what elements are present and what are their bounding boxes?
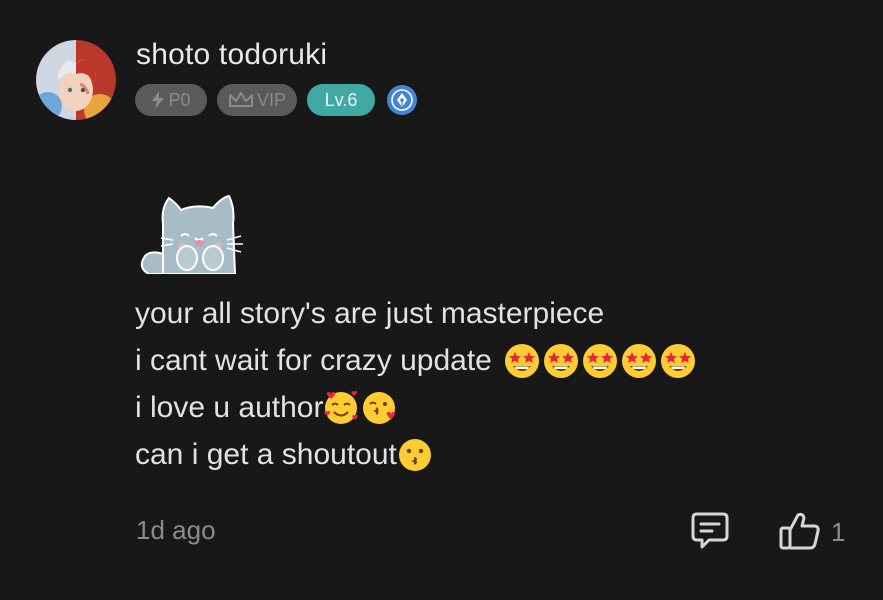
points-label: P0 — [168, 89, 191, 110]
cat-sticker[interactable] — [137, 194, 257, 275]
level-label: Lv.6 — [324, 89, 358, 110]
like-count: 1 — [831, 517, 846, 547]
star-struck-emoji — [505, 343, 540, 378]
user-badges: P0 VIP Lv.6 — [135, 84, 417, 116]
comment-timestamp: 1d ago — [136, 515, 216, 545]
cat-sticker-image — [140, 194, 243, 275]
username[interactable]: shoto todoruki — [136, 38, 327, 72]
comment-line-text: i cant wait for crazy update — [135, 344, 492, 377]
vip-label: VIP — [256, 89, 286, 110]
smiling-face-with-hearts-emoji — [324, 390, 359, 424]
star-struck-emoji — [661, 343, 696, 378]
vip-badge[interactable]: VIP — [217, 84, 297, 116]
comment-line-text: can i get a shoutout — [135, 438, 397, 471]
level-badge[interactable]: Lv.6 — [307, 84, 375, 116]
like-button[interactable] — [778, 509, 822, 553]
star-struck-emoji — [622, 343, 657, 378]
reply-button[interactable] — [689, 509, 731, 551]
comment-line-3: i love u author — [135, 384, 696, 431]
comment-line-2: i cant wait for crazy update — [135, 337, 696, 384]
comment-line-text: i love u author — [135, 391, 324, 424]
writer-badge[interactable] — [387, 85, 417, 115]
pen-nib-icon — [391, 89, 413, 111]
kissing-face-emoji — [398, 438, 431, 471]
star-struck-emoji — [583, 343, 618, 378]
comment-line-4: can i get a shoutout — [135, 431, 696, 478]
comment-card: shoto todoruki P0 VIP Lv.6 your all stor… — [0, 0, 883, 600]
crown-icon — [228, 92, 253, 107]
lightning-icon — [152, 91, 165, 109]
face-blowing-kiss-emoji — [363, 391, 396, 424]
avatar[interactable] — [36, 40, 116, 120]
comment-text: your all story's are just masterpiece i … — [135, 290, 696, 478]
star-struck-emoji — [544, 343, 579, 378]
points-badge[interactable]: P0 — [135, 84, 207, 116]
comment-line-1: your all story's are just masterpiece — [135, 290, 696, 337]
comment-reply-icon — [691, 512, 729, 549]
thumbs-up-icon — [779, 512, 820, 550]
comment-line-text: your all story's are just masterpiece — [135, 297, 605, 330]
avatar-image — [36, 40, 116, 120]
